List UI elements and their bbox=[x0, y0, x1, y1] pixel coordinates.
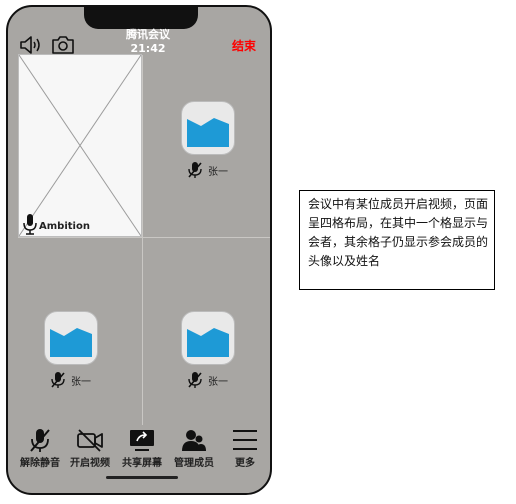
avatar-image-icon bbox=[187, 118, 229, 147]
unmute-label: 解除静音 bbox=[20, 458, 60, 469]
share-screen-label: 共享屏幕 bbox=[122, 458, 162, 469]
muted-mic-icon bbox=[30, 429, 50, 452]
speaker-icon[interactable] bbox=[19, 35, 45, 55]
video-placeholder-icon bbox=[19, 55, 141, 236]
video-off-icon bbox=[77, 429, 103, 452]
mic-icon bbox=[23, 214, 37, 235]
share-screen-icon bbox=[130, 430, 154, 451]
grid-divider-horizontal bbox=[18, 237, 270, 238]
video-tile[interactable]: Ambition bbox=[18, 54, 142, 237]
member-tile[interactable]: 张一 bbox=[36, 311, 106, 389]
avatar bbox=[44, 311, 98, 365]
member-name: 张一 bbox=[208, 376, 228, 388]
bottom-toolbar: 解除静音 开启视频 共享屏幕 管理成员 更多 bbox=[8, 427, 270, 477]
end-meeting-button[interactable]: 结束 bbox=[232, 37, 256, 54]
member-tile[interactable]: 张一 bbox=[173, 311, 243, 389]
start-video-label: 开启视频 bbox=[70, 458, 110, 469]
member-tile[interactable]: 张一 bbox=[173, 101, 243, 179]
grid-divider-vertical bbox=[142, 55, 143, 425]
manage-members-button[interactable]: 管理成员 bbox=[170, 427, 218, 469]
muted-mic-icon bbox=[51, 372, 65, 388]
member-name: 张一 bbox=[208, 166, 228, 178]
share-screen-button[interactable]: 共享屏幕 bbox=[118, 427, 166, 469]
meeting-title: 腾讯会议 bbox=[126, 28, 170, 41]
avatar-image-icon bbox=[50, 328, 92, 357]
avatar-image-icon bbox=[187, 328, 229, 357]
start-video-button[interactable]: 开启视频 bbox=[66, 427, 114, 469]
muted-mic-icon bbox=[188, 372, 202, 388]
members-icon bbox=[182, 430, 206, 451]
avatar bbox=[181, 101, 235, 155]
unmute-button[interactable]: 解除静音 bbox=[16, 427, 64, 469]
participant-name: Ambition bbox=[39, 221, 90, 232]
manage-members-label: 管理成员 bbox=[174, 458, 214, 469]
avatar bbox=[181, 311, 235, 365]
camera-icon[interactable] bbox=[51, 34, 75, 56]
more-label: 更多 bbox=[235, 458, 255, 469]
muted-mic-icon bbox=[188, 162, 202, 178]
member-name: 张一 bbox=[71, 376, 91, 388]
more-button[interactable]: 更多 bbox=[226, 427, 264, 469]
phone-notch bbox=[84, 7, 198, 29]
phone-frame: 腾讯会议 21:42 结束 Ambition 张一 张一 张一 解除静音 开启视… bbox=[6, 5, 272, 495]
home-indicator[interactable] bbox=[106, 476, 178, 479]
annotation-note: 会议中有某位成员开启视频，页面呈四格布局，在其中一个格显示与会者，其余格子仍显示… bbox=[299, 190, 495, 290]
menu-icon bbox=[233, 430, 257, 450]
